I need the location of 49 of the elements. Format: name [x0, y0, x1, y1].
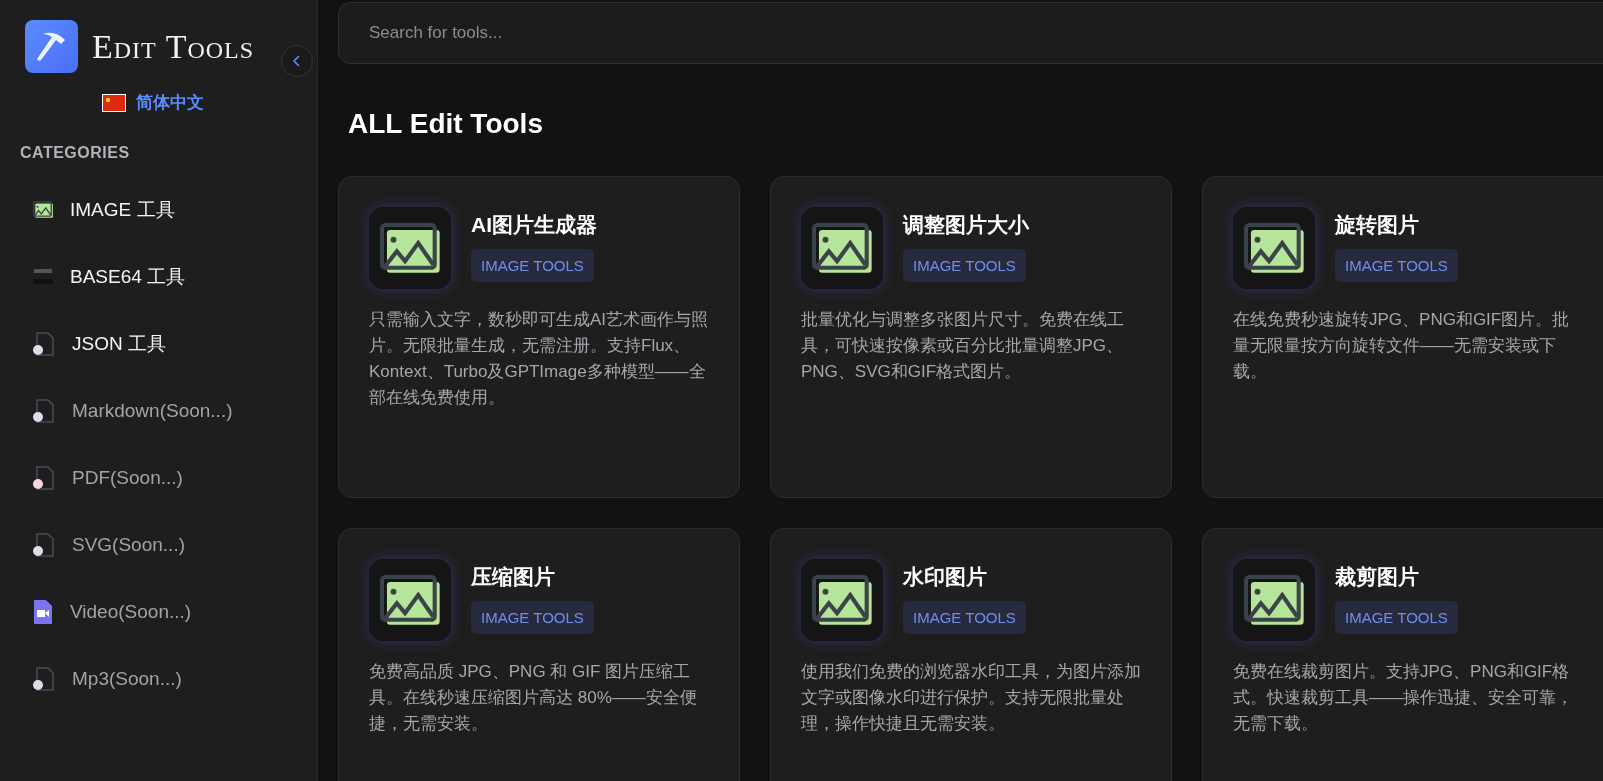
category-tag: IMAGE TOOLS: [471, 601, 594, 634]
file-icon: [32, 330, 56, 357]
category-tag: IMAGE TOOLS: [903, 601, 1026, 634]
image-icon: [1241, 572, 1307, 628]
tool-title: 裁剪图片: [1335, 564, 1420, 590]
category-item[interactable]: BASE64 工具: [20, 243, 317, 310]
category-item[interactable]: IMAGE 工具: [20, 176, 317, 243]
image-icon: [377, 572, 443, 628]
tool-description: 免费在线裁剪图片。支持JPG、PNG和GIF格式。快速裁剪工具——操作迅捷、安全可靠，无需下载。: [1233, 661, 1574, 735]
category-item[interactable]: JSON 工具: [20, 310, 317, 377]
image-icon: [32, 200, 54, 219]
collapse-sidebar-button[interactable]: [281, 45, 313, 77]
tool-card[interactable]: 裁剪图片 IMAGE TOOLS 免费在线裁剪图片。支持JPG、PNG和GIF格式。快速裁剪工具——操作迅捷、安全可靠，无需下载。: [1202, 528, 1603, 781]
file-icon: [32, 464, 56, 491]
page-heading: ALL Edit Tools: [348, 108, 544, 140]
tool-title: 水印图片: [903, 564, 988, 590]
image-icon: [377, 220, 443, 276]
hammer-logo-icon: [25, 20, 78, 73]
tool-card[interactable]: 水印图片 IMAGE TOOLS 使用我们免费的浏览器水印工具，为图片添加文字或图像水印进行保护。支持无限批量处理，操作快捷且无需安装。: [770, 528, 1172, 781]
category-tag: IMAGE TOOLS: [1335, 249, 1458, 282]
tool-title: 旋转图片: [1335, 212, 1420, 238]
category-tag: IMAGE TOOLS: [1335, 601, 1458, 634]
image-icon: [1241, 220, 1307, 276]
file-icon: [32, 665, 56, 692]
tool-description: 使用我们免费的浏览器水印工具，为图片添加文字或图像水印进行保护。支持无限批量处理，操作快捷且无需安装。: [801, 661, 1142, 735]
tool-title: 压缩图片: [471, 564, 556, 590]
tool-title: 调整图片大小: [903, 212, 1029, 238]
category-tag: IMAGE TOOLS: [471, 249, 594, 282]
tool-description: 免费高品质 JPG、PNG 和 GIF 图片压缩工具。在线秒速压缩图片高达 80%——安全便捷，无需安装。: [369, 661, 698, 735]
tool-description: 批量优化与调整多张图片尺寸。免费在线工具，可快速按像素或百分比批量调整JPG、PNG、SVG和GIF格式图片。: [801, 309, 1125, 383]
china-flag-icon: [102, 93, 126, 112]
tool-description: 只需输入文字，数秒即可生成AI艺术画作与照片。无限批量生成，无需注册。支持Flux、Kontext、Turbo及GPTImage多种模型——全部在线免费使用。: [369, 309, 710, 409]
tool-card[interactable]: 调整图片大小 IMAGE TOOLS 批量优化与调整多张图片尺寸。免费在线工具，可快速按像素或百分比批量调整JPG、PNG、SVG和GIF格式图片。: [770, 176, 1172, 498]
video-file-icon: [32, 598, 54, 625]
category-tag: IMAGE TOOLS: [903, 249, 1026, 282]
language-link[interactable]: 简体中文: [136, 91, 204, 114]
file-icon: [32, 531, 56, 558]
tool-card[interactable]: AI图片生成器 IMAGE TOOLS 只需输入文字，数秒即可生成AI艺术画作与照片。无限批量生成，无需注册。支持Flux、Kontext、Turbo及GPTImage多种模型——全部在线免费使用。: [338, 176, 740, 498]
logo-text: Edit Tools: [92, 27, 255, 66]
chevron-left-icon: [291, 54, 303, 68]
categories-heading: CATEGORIES: [20, 144, 131, 162]
search-field[interactable]: Search for tools...: [338, 2, 1603, 64]
tool-card[interactable]: 旋转图片 IMAGE TOOLS 在线免费秒速旋转JPG、PNG和GIF图片。批量无限量按方向旋转文件——无需安装或下载。: [1202, 176, 1603, 498]
image-icon: [809, 572, 875, 628]
image-icon: [809, 220, 875, 276]
tool-title: AI图片生成器: [471, 212, 597, 238]
tool-description: 在线免费秒速旋转JPG、PNG和GIF图片。批量无限量按方向旋转文件——无需安装或下载。: [1233, 309, 1571, 383]
file-icon: [32, 397, 56, 424]
tool-card[interactable]: 压缩图片 IMAGE TOOLS 免费高品质 JPG、PNG 和 GIF 图片压缩工具。在线秒速压缩图片高达 80%——安全便捷，无需安装。: [338, 528, 740, 781]
